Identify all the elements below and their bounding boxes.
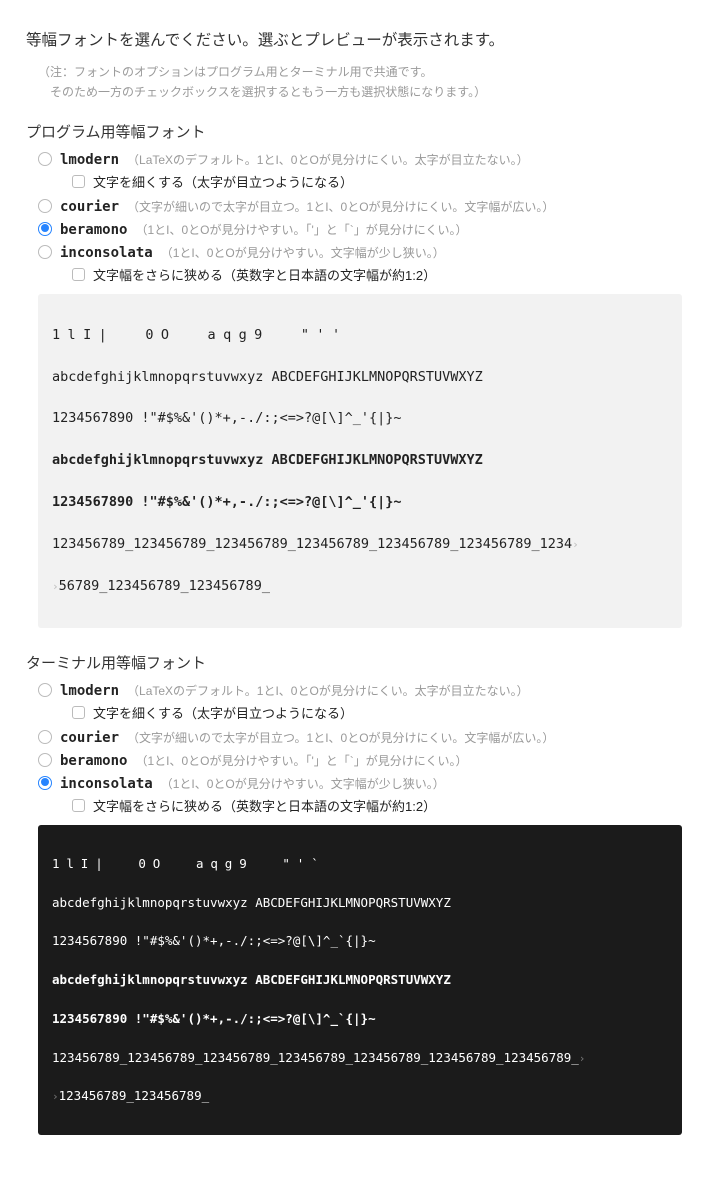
checkbox-icon[interactable] (72, 268, 85, 281)
preview-line-bold: 1234567890 !"#$%&'()*+,-./:;<=>?@[\]^_`{… (52, 1009, 668, 1028)
option-name: beramono (60, 753, 127, 769)
option-desc: （文字が細いので太字が目立つ。1とI、0とOが見分けにくい。文字幅が広い。） (127, 729, 554, 746)
preview-line: ›56789_123456789_123456789_ (52, 576, 668, 597)
option-sub-label: 文字幅をさらに狭める（英数字と日本語の文字幅が約1:2） (93, 796, 436, 815)
option-sub-program-lmodern[interactable]: 文字を細くする（太字が目立つようになる） (72, 172, 682, 191)
option-name: lmodern (60, 152, 119, 168)
option-row-terminal-beramono[interactable]: beramono （1とI、0とOが見分けやすい。「'」と「`」が見分けにくい。… (38, 751, 682, 769)
preview-text: 56789_123456789_123456789_ (59, 578, 270, 594)
option-desc: （LaTeXのデフォルト。1とI、0とOが見分けにくい。太字が目立たない。） (127, 682, 529, 699)
option-desc: （1とI、0とOが見分けやすい。「'」と「`」が見分けにくい。） (135, 752, 467, 769)
note-line-2: そのため一方のチェックボックスを選択するともう一方も選択状態になります。） (38, 85, 486, 99)
preview-text: 123456789_123456789_ (59, 1088, 210, 1103)
option-sub-terminal-inconsolata[interactable]: 文字幅をさらに狭める（英数字と日本語の文字幅が約1:2） (72, 796, 682, 815)
preview-text: 123456789_123456789_123456789_123456789_… (52, 1050, 579, 1065)
checkbox-icon[interactable] (72, 706, 85, 719)
option-sub-label: 文字を細くする（太字が目立つようになる） (93, 172, 353, 191)
option-desc: （1とI、0とOが見分けやすい。文字幅が少し狭い。） (161, 244, 445, 261)
radio-icon[interactable] (38, 152, 52, 166)
preview-line: abcdefghijklmnopqrstuvwxyz ABCDEFGHIJKLM… (52, 367, 668, 388)
option-name: inconsolata (60, 776, 153, 792)
section-heading-terminal: ターミナル用等幅フォント (26, 652, 682, 673)
option-row-program-inconsolata[interactable]: inconsolata （1とI、0とOが見分けやすい。文字幅が少し狭い。） (38, 243, 682, 261)
radio-icon[interactable] (38, 753, 52, 767)
radio-icon[interactable] (38, 776, 52, 790)
radio-icon[interactable] (38, 683, 52, 697)
option-desc: （LaTeXのデフォルト。1とI、0とOが見分けにくい。太字が目立たない。） (127, 151, 529, 168)
wrap-indicator-icon: › (52, 1090, 59, 1103)
option-row-program-beramono[interactable]: beramono （1とI、0とOが見分けやすい。「'」と「`」が見分けにくい。… (38, 220, 682, 238)
page-title: 等幅フォントを選んでください。選ぶとプレビューが表示されます。 (26, 28, 682, 50)
radio-icon[interactable] (38, 245, 52, 259)
preview-line-bold: 1234567890 !"#$%&'()*+,-./:;<=>?@[\]^_'{… (52, 492, 668, 513)
wrap-indicator-icon: › (572, 538, 579, 551)
preview-line: 1lI| 0O aqg9 "'' (52, 325, 668, 346)
preview-line: 123456789_123456789_123456789_123456789_… (52, 1048, 668, 1067)
option-sub-label: 文字幅をさらに狭める（英数字と日本語の文字幅が約1:2） (93, 265, 436, 284)
checkbox-icon[interactable] (72, 175, 85, 188)
option-sub-terminal-lmodern[interactable]: 文字を細くする（太字が目立つようになる） (72, 703, 682, 722)
preview-line: 1234567890 !"#$%&'()*+,-./:;<=>?@[\]^_`{… (52, 931, 668, 950)
option-row-program-courier[interactable]: courier （文字が細いので太字が目立つ。1とI、0とOが見分けにくい。文字… (38, 197, 682, 215)
option-desc: （1とI、0とOが見分けやすい。「'」と「`」が見分けにくい。） (135, 221, 467, 238)
radio-icon[interactable] (38, 222, 52, 236)
option-row-terminal-courier[interactable]: courier （文字が細いので太字が目立つ。1とI、0とOが見分けにくい。文字… (38, 728, 682, 746)
preview-line-bold: abcdefghijklmnopqrstuvwxyz ABCDEFGHIJKLM… (52, 450, 668, 471)
checkbox-icon[interactable] (72, 799, 85, 812)
note: （注：フォントのオプションはプログラム用とターミナル用で共通です。 そのため一方… (38, 62, 682, 103)
option-name: courier (60, 730, 119, 746)
option-name: beramono (60, 222, 127, 238)
option-row-terminal-inconsolata[interactable]: inconsolata （1とI、0とOが見分けやすい。文字幅が少し狭い。） (38, 774, 682, 792)
radio-icon[interactable] (38, 199, 52, 213)
option-sub-label: 文字を細くする（太字が目立つようになる） (93, 703, 353, 722)
note-line-1: （注：フォントのオプションはプログラム用とターミナル用で共通です。 (38, 65, 432, 79)
option-row-program-lmodern[interactable]: lmodern （LaTeXのデフォルト。1とI、0とOが見分けにくい。太字が目… (38, 150, 682, 168)
preview-line: 1234567890 !"#$%&'()*+,-./:;<=>?@[\]^_'{… (52, 408, 668, 429)
section-heading-program: プログラム用等幅フォント (26, 121, 682, 142)
option-desc: （文字が細いので太字が目立つ。1とI、0とOが見分けにくい。文字幅が広い。） (127, 198, 554, 215)
option-row-terminal-lmodern[interactable]: lmodern （LaTeXのデフォルト。1とI、0とOが見分けにくい。太字が目… (38, 681, 682, 699)
font-preview-terminal: 1lI| 0O aqg9 "'` abcdefghijklmnopqrstuvw… (38, 825, 682, 1136)
font-preview-program: 1lI| 0O aqg9 "'' abcdefghijklmnopqrstuvw… (38, 294, 682, 628)
radio-icon[interactable] (38, 730, 52, 744)
option-sub-program-inconsolata[interactable]: 文字幅をさらに狭める（英数字と日本語の文字幅が約1:2） (72, 265, 682, 284)
preview-line: 1lI| 0O aqg9 "'` (52, 854, 668, 873)
option-desc: （1とI、0とOが見分けやすい。文字幅が少し狭い。） (161, 775, 445, 792)
preview-line: abcdefghijklmnopqrstuvwxyz ABCDEFGHIJKLM… (52, 893, 668, 912)
option-name: courier (60, 199, 119, 215)
wrap-indicator-icon: › (52, 580, 59, 593)
preview-text: 123456789_123456789_123456789_123456789_… (52, 536, 572, 552)
preview-line: 123456789_123456789_123456789_123456789_… (52, 534, 668, 555)
preview-line: ›123456789_123456789_ (52, 1086, 668, 1105)
wrap-indicator-icon: › (579, 1052, 586, 1065)
preview-line-bold: abcdefghijklmnopqrstuvwxyz ABCDEFGHIJKLM… (52, 970, 668, 989)
option-name: inconsolata (60, 245, 153, 261)
option-name: lmodern (60, 683, 119, 699)
